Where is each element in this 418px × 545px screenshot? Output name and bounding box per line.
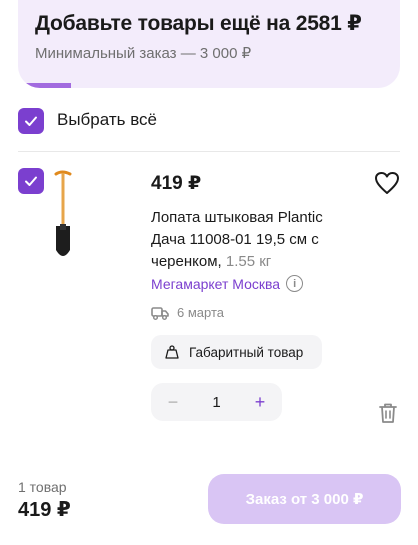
quantity-value: 1 [212, 393, 221, 411]
banner-subtitle: Минимальный заказ — 3 000 ₽ [35, 45, 252, 62]
item-checkbox[interactable] [18, 168, 44, 194]
item-price: 419 ₽ [151, 173, 202, 194]
decrement-button[interactable]: − [165, 392, 181, 413]
tag-label: Габаритный товар [189, 344, 304, 360]
weight-icon [165, 345, 179, 359]
info-icon[interactable]: i [286, 275, 304, 292]
trash-icon[interactable] [378, 402, 398, 424]
heart-icon[interactable] [374, 171, 400, 195]
oversized-tag: Габаритный товар [151, 335, 322, 369]
order-button-label: Заказ от 3 000 ₽ [245, 491, 364, 508]
order-button[interactable]: Заказ от 3 000 ₽ [208, 474, 401, 524]
divider [18, 151, 400, 152]
seller-row: Мегамаркет Москва i [151, 275, 304, 292]
increment-button[interactable]: + [252, 392, 268, 413]
order-progress-bar [18, 83, 72, 88]
cart-count: 1 товар [18, 479, 67, 495]
truck-icon [151, 306, 169, 320]
min-order-banner: Добавьте товары ещё на 2581 ₽ Минимальны… [18, 0, 400, 88]
product-image[interactable] [44, 170, 90, 262]
check-icon [25, 116, 37, 126]
seller-link[interactable]: Мегамаркет Москва [151, 276, 280, 292]
delivery-row: 6 марта [151, 305, 224, 320]
check-icon [25, 176, 37, 186]
delivery-date: 6 марта [177, 305, 224, 320]
cart-total: 419 ₽ [18, 499, 71, 521]
item-name[interactable]: Лопата штыковая Plantic Дача 11008-01 19… [151, 207, 361, 273]
item-weight: 1.55 кг [221, 253, 272, 270]
banner-title: Добавьте товары ещё на 2581 ₽ [35, 12, 362, 35]
select-all-checkbox[interactable] [18, 108, 44, 134]
select-all-label[interactable]: Выбрать всё [57, 110, 157, 130]
quantity-stepper: − 1 + [151, 383, 282, 421]
